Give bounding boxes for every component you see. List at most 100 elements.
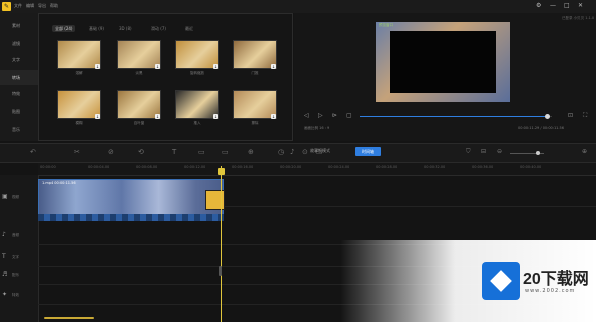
track-3-name: 配乐 (12, 273, 19, 277)
thumb-label: 推入 (193, 121, 201, 125)
download-icon[interactable]: ↓ (95, 114, 100, 119)
tool-3-icon[interactable]: ⟲ (138, 148, 144, 156)
track-1-icon: ♪ (2, 231, 6, 238)
zoom-slider-handle[interactable] (536, 151, 540, 155)
track-1-name: 音频 (12, 233, 19, 237)
fit-icon[interactable]: ⊟ (481, 148, 486, 155)
horizontal-scrollbar[interactable] (44, 317, 94, 319)
tool-5-icon[interactable]: ▭ (198, 148, 205, 156)
tool-0-icon[interactable]: ↶ (30, 148, 36, 156)
thumb-label: 旋转缩放 (190, 71, 204, 75)
minimize-button[interactable]: — (550, 2, 556, 9)
nav-item-1[interactable]: 滤镜 (0, 36, 38, 51)
timeline-ruler[interactable] (38, 163, 596, 176)
title-bar (0, 0, 596, 13)
thumb-label: 溶解 (75, 71, 83, 75)
track-4-name: 特效 (12, 293, 19, 297)
download-icon[interactable]: ↓ (95, 64, 100, 69)
snapshot-icon[interactable]: ⊡ (568, 112, 573, 119)
login-info: 已登录 小贝贝 1.1.0 (562, 16, 595, 20)
tool-1-icon[interactable]: ✂ (74, 148, 80, 156)
download-icon[interactable]: ↓ (155, 114, 160, 119)
storyboard-mode-button[interactable]: 故事板模式 (310, 148, 330, 154)
vertical-scrollbar[interactable] (219, 266, 222, 276)
thumb-label: 百叶窗 (133, 121, 145, 125)
download-icon[interactable]: ↓ (155, 64, 160, 69)
ruler-tick: 00:00:12.00 (184, 165, 206, 169)
download-icon[interactable]: ↓ (271, 64, 276, 69)
settings-icon[interactable]: ⚙ (536, 2, 541, 9)
nav-item-2[interactable]: 文字 (0, 52, 38, 67)
ruler-tick: 00:00:16.00 (232, 165, 254, 169)
prev-frame-button[interactable]: ◁ (304, 112, 309, 119)
seek-progress (360, 116, 548, 117)
ruler-tick: 00:00:32.00 (424, 165, 446, 169)
clip-end-thumbnail[interactable] (205, 190, 225, 210)
menu-help[interactable]: 帮助 (50, 3, 58, 9)
ruler-tick: 00:00:00 (40, 165, 56, 169)
download-icon[interactable]: ↓ (213, 114, 218, 119)
tool-2-icon[interactable]: ⊘ (108, 148, 114, 156)
play-button[interactable]: ▷ (318, 112, 323, 119)
track-0-icon: ▣ (2, 193, 8, 200)
tab-4[interactable]: 最近 (182, 25, 196, 32)
tool-4-icon[interactable]: T (172, 148, 176, 156)
download-icon[interactable]: ↓ (271, 114, 276, 119)
menu-export[interactable]: 导出 (38, 3, 46, 9)
ruler-tick: 00:00:40.00 (520, 165, 542, 169)
menu-file[interactable]: 文件 (14, 3, 22, 9)
thumb-label: 模糊 (75, 121, 83, 125)
menu-edit[interactable]: 编辑 (26, 3, 34, 9)
preview-timecode: 00:00:11.29 / 00:00:11.56 (518, 126, 564, 130)
download-icon[interactable]: ↓ (213, 64, 218, 69)
tool-9-icon[interactable]: ♪ (290, 148, 294, 156)
maximize-button[interactable]: □ (564, 2, 570, 9)
tab-3[interactable]: 滑动 (7) (148, 25, 169, 32)
ruler-tick: 00:00:36.00 (472, 165, 494, 169)
nav-item-4[interactable]: 特效 (0, 86, 38, 101)
nav-item-0[interactable]: 素材 (0, 18, 38, 33)
clip-label: 1.mp4 00:00:11.56 (42, 181, 76, 185)
fullscreen-icon[interactable]: ⛶ (583, 112, 587, 120)
tab-2[interactable]: 3D (8) (116, 25, 135, 32)
track-0-name: 视频 (12, 195, 19, 199)
app-logo-icon: ✎ (2, 2, 11, 11)
watermark-url: www.2002.com (525, 288, 576, 294)
ruler-tick: 00:00:20.00 (280, 165, 302, 169)
playhead[interactable] (221, 166, 222, 322)
preview-badge: 预览窗口 (379, 23, 393, 27)
nav-item-5[interactable]: 贴图 (0, 104, 38, 119)
tool-6-icon[interactable]: ▭ (222, 148, 229, 156)
thumb-label: 淡黑 (135, 71, 143, 75)
tool-8-icon[interactable]: ◷ (278, 148, 284, 156)
zoom-in-icon[interactable]: ⊕ (582, 148, 587, 155)
stop-button[interactable]: ▢ (346, 112, 352, 119)
close-button[interactable]: ✕ (578, 2, 583, 9)
timeline-mode-button[interactable]: 时间轴 (355, 147, 381, 156)
ruler-tick: 00:00:28.00 (376, 165, 398, 169)
thumb-label: 擦除 (251, 121, 259, 125)
zoom-out-icon[interactable]: ⊖ (497, 148, 502, 155)
next-frame-button[interactable]: ⊳ (332, 112, 337, 119)
ruler-tick: 00:00:04.00 (88, 165, 110, 169)
track-2-name: 文字 (12, 255, 19, 259)
marker-icon[interactable]: ⛉ (466, 148, 471, 156)
track-4-icon: ✦ (2, 291, 8, 298)
nav-item-6[interactable]: 音乐 (0, 122, 38, 137)
ruler-tick: 00:00:08.00 (136, 165, 158, 169)
seek-handle[interactable] (545, 114, 550, 119)
nav-item-3[interactable]: 转场 (0, 70, 38, 85)
tool-10-icon[interactable]: ⊙ (302, 148, 308, 156)
track-3-icon: ♬ (2, 271, 8, 278)
tab-1[interactable]: 基础 (9) (86, 25, 107, 32)
track-2-icon: T (2, 253, 6, 260)
clip-filmstrip (38, 214, 224, 221)
watermark-text: 20下载网 (523, 271, 589, 288)
preview-canvas (390, 31, 496, 93)
tool-7-icon[interactable]: ⊕ (248, 148, 254, 156)
thumb-label: 门推 (251, 71, 259, 75)
tab-0[interactable]: 全部 (24) (52, 25, 76, 32)
edit-toolbar (0, 143, 596, 163)
aspect-ratio-label[interactable]: 画面比例 16 : 9 (304, 126, 329, 131)
playhead-handle[interactable] (218, 168, 225, 175)
